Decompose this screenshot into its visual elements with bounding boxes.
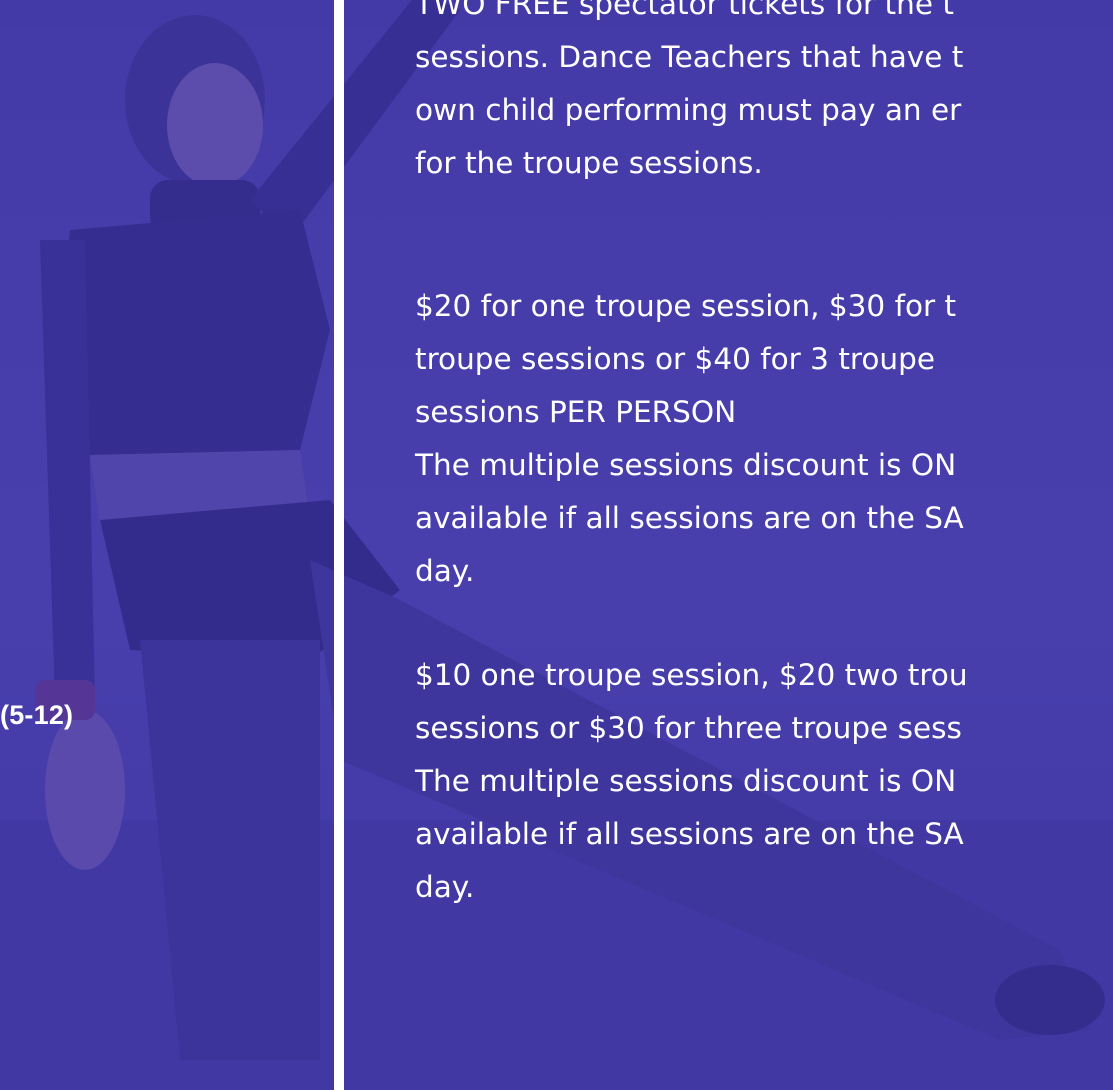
child-pricing-paragraph: $10 one troupe session, $20 two trou ses… <box>415 649 1113 914</box>
text-line: $10 one troupe session, $20 two trou <box>415 658 968 692</box>
text-line: TWO FREE spectator tickets for the t <box>415 0 954 21</box>
text-line: $20 for one troupe session, $30 for t <box>415 289 957 323</box>
pricing-text: TWO FREE spectator tickets for the t ses… <box>415 0 1113 914</box>
text-line: The multiple sessions discount is ON <box>415 448 957 482</box>
text-line: troupe sessions or $40 for 3 troupe <box>415 342 935 376</box>
text-line: available if all sessions are on the SA <box>415 817 964 851</box>
text-line: for the troupe sessions. <box>415 146 763 180</box>
text-line: sessions or $30 for three troupe sess <box>415 711 962 745</box>
age-range-label: (5-12) <box>0 700 74 730</box>
text-line: The multiple sessions discount is ON <box>415 764 957 798</box>
text-line: day. <box>415 554 475 588</box>
text-line: available if all sessions are on the SA <box>415 501 964 535</box>
vertical-divider <box>334 0 344 1090</box>
adult-pricing-paragraph: $20 for one troupe session, $30 for t tr… <box>415 280 1113 598</box>
text-line: sessions. Dance Teachers that have t <box>415 40 964 74</box>
text-line: day. <box>415 870 475 904</box>
text-line: own child performing must pay an er <box>415 93 962 127</box>
spectator-tickets-paragraph: TWO FREE spectator tickets for the t ses… <box>415 0 1113 190</box>
text-line: sessions PER PERSON <box>415 395 737 429</box>
